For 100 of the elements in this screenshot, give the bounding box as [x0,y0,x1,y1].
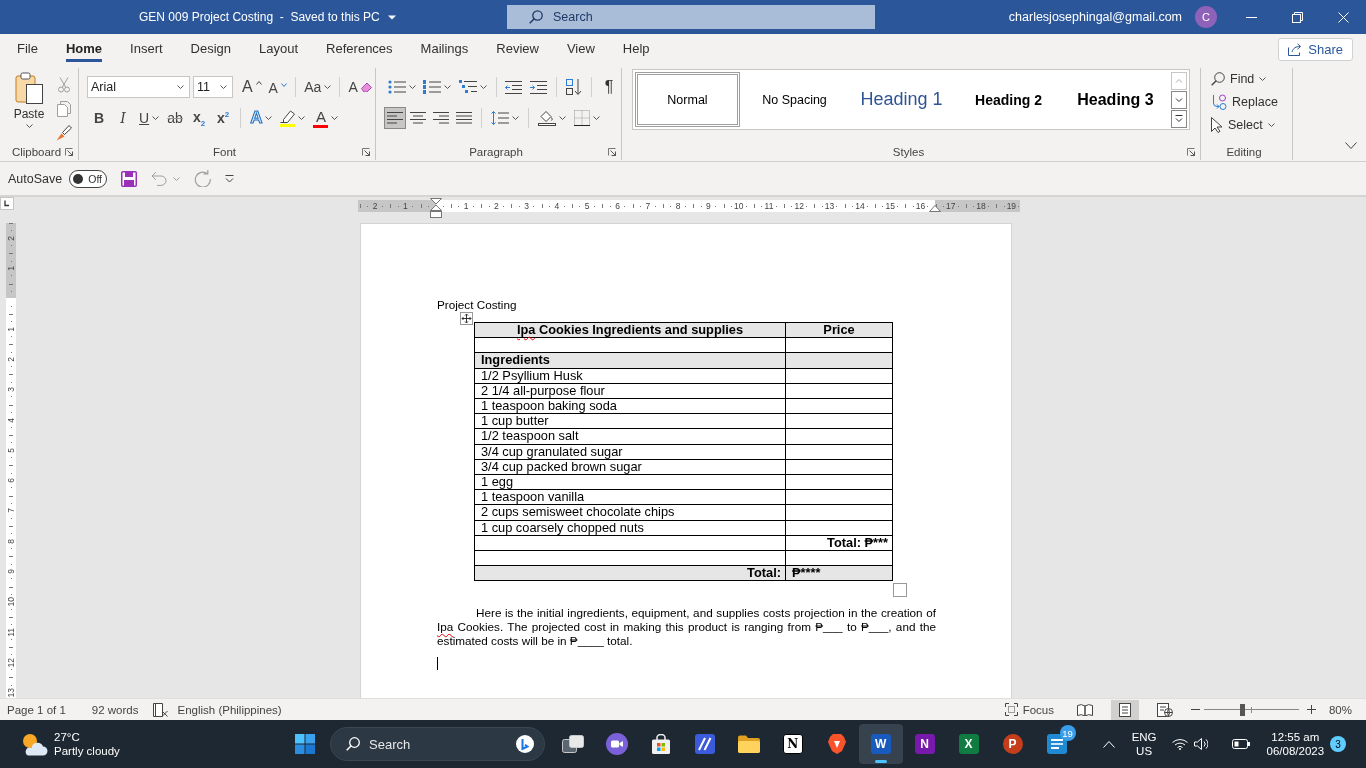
account-avatar[interactable]: C [1195,6,1217,28]
taskbar-app-button[interactable]: N [902,724,947,764]
close-icon[interactable] [1337,11,1349,23]
zoom-level[interactable]: 80% [1328,703,1352,716]
ribbon-tab[interactable]: File [17,34,38,62]
caret-icon [177,85,184,89]
page-count[interactable]: Page 1 of 1 [7,703,66,716]
dialog-launcher-icon[interactable] [362,147,370,156]
zoom-slider-thumb[interactable] [1239,703,1245,716]
tab-selector-icon[interactable] [0,197,14,210]
resize-handle-icon[interactable] [893,583,907,598]
weather-condition[interactable]: Partly cloudy [54,745,120,757]
battery-icon[interactable] [1231,739,1250,749]
replace-button[interactable]: Replace [1211,92,1292,112]
caret-icon [559,116,566,120]
show-marks-button[interactable]: ¶ [597,76,622,98]
select-button[interactable]: Select [1211,115,1292,135]
ribbon-tab[interactable]: Layout [259,34,299,62]
zoom-in-icon[interactable] [1306,705,1316,714]
wifi-icon[interactable] [1171,738,1188,750]
zoom-out-icon[interactable] [1190,708,1200,711]
taskbar-app-button[interactable]: X [946,724,991,764]
paste-button[interactable]: Paste [6,72,52,143]
taskbar-app-button[interactable]: W [858,724,903,764]
font-name-field[interactable]: Arial [87,76,190,98]
speaker-icon[interactable] [1193,738,1208,750]
sun-cloud-icon[interactable] [20,732,48,756]
ruler-number: 1 [6,326,16,332]
alignment-button[interactable] [384,107,406,129]
shrink-font-button[interactable]: A [265,76,291,98]
style-item[interactable]: Normal [635,72,740,127]
ribbon-tab[interactable]: Mailings [420,34,469,62]
ribbon-tab[interactable]: View [566,34,595,62]
font-color-button[interactable]: A [309,107,343,129]
indent-marker-icon[interactable] [430,198,442,218]
grow-font-button[interactable]: A [238,76,266,98]
group-label: Font [213,145,236,158]
superscript-button[interactable]: x$^{2}$ [211,107,236,129]
decrease-indent-icon [505,80,523,94]
italic-button[interactable]: I [111,107,135,129]
gallery-more-icon[interactable] [1171,109,1187,128]
dialog-launcher-icon[interactable] [1187,147,1195,156]
table-cell: 3/4 cup granulated sugar [474,444,786,460]
clock-button[interactable]: 12:55 am 06/08/2023 [1266,731,1325,757]
language-status[interactable]: English (Philippines) [177,703,282,716]
ruler-number: 5 [584,201,590,211]
bold-button[interactable]: B [87,107,111,129]
notification-badge[interactable]: 3 [1330,736,1346,752]
align-left-icon [387,112,403,124]
numbered-list-icon [423,80,442,94]
caret-icon [219,85,227,89]
gallery-down-icon[interactable] [1171,90,1187,109]
taskbar-app-button[interactable]: N [770,724,815,764]
start-icon[interactable] [295,734,316,754]
proofing-icon[interactable] [152,702,168,717]
ruler-number: 6 [6,478,16,483]
input-language-button[interactable]: ENG US [1131,731,1157,757]
taskbar-app-button[interactable]: P [990,724,1035,764]
dialog-launcher-icon[interactable] [608,147,616,156]
autosave-toggle[interactable]: Off [69,169,108,188]
restore-icon[interactable] [1291,11,1303,23]
customize-toolbar-icon[interactable] [225,174,235,183]
share-icon [1288,43,1303,56]
collapse-ribbon-icon[interactable] [1345,142,1357,149]
font-size-field[interactable]: 11 [193,76,233,98]
caret-icon [25,124,33,128]
ribbon-tab[interactable]: Review [496,34,539,62]
dialog-launcher-icon[interactable] [65,147,73,156]
focus-button[interactable]: Focus [1004,703,1054,716]
caret-icon [479,85,487,89]
view-button[interactable] [1110,699,1139,720]
minimize-icon[interactable] [1245,16,1257,18]
group-label: Styles [892,145,925,158]
ribbon-tab[interactable]: Help [622,34,650,62]
paintbrush-icon[interactable] [56,125,72,141]
caret-icon [593,116,600,120]
align-center-icon [410,112,426,124]
ribbon-tab[interactable]: Design [190,34,232,62]
move-handle-icon[interactable] [460,312,473,325]
subscript-button[interactable]: x$_{2}$ [187,107,212,129]
share-button[interactable]: Share [1278,38,1353,61]
find-button[interactable]: Find [1211,69,1292,89]
change-case-button[interactable]: Aa [301,76,335,98]
temperature-text[interactable]: 27°C [54,731,120,743]
ruler-number: 11 [764,201,774,211]
taskbar-search-field[interactable]: Search [330,727,545,761]
table-cell: 1/2 Psyllium Husk [474,368,786,384]
caret-icon [298,116,306,120]
underline-button[interactable]: U [135,107,164,129]
indent-marker-icon[interactable] [929,205,941,212]
increase-indent-icon [530,80,548,94]
document-title-button[interactable]: GEN 009 Project Costing - Saved to this PC [139,10,396,24]
chevron-up-icon[interactable] [1102,740,1115,748]
search-field[interactable]: Search [507,5,875,29]
clear-formatting-button[interactable]: A [345,76,375,98]
ribbon-tab[interactable]: References [326,34,393,62]
ruler-number: 8 [675,201,681,211]
ribbon-tab[interactable]: Insert [130,34,163,62]
replace-icon [1211,94,1227,110]
word-count[interactable]: 92 words [91,703,139,716]
